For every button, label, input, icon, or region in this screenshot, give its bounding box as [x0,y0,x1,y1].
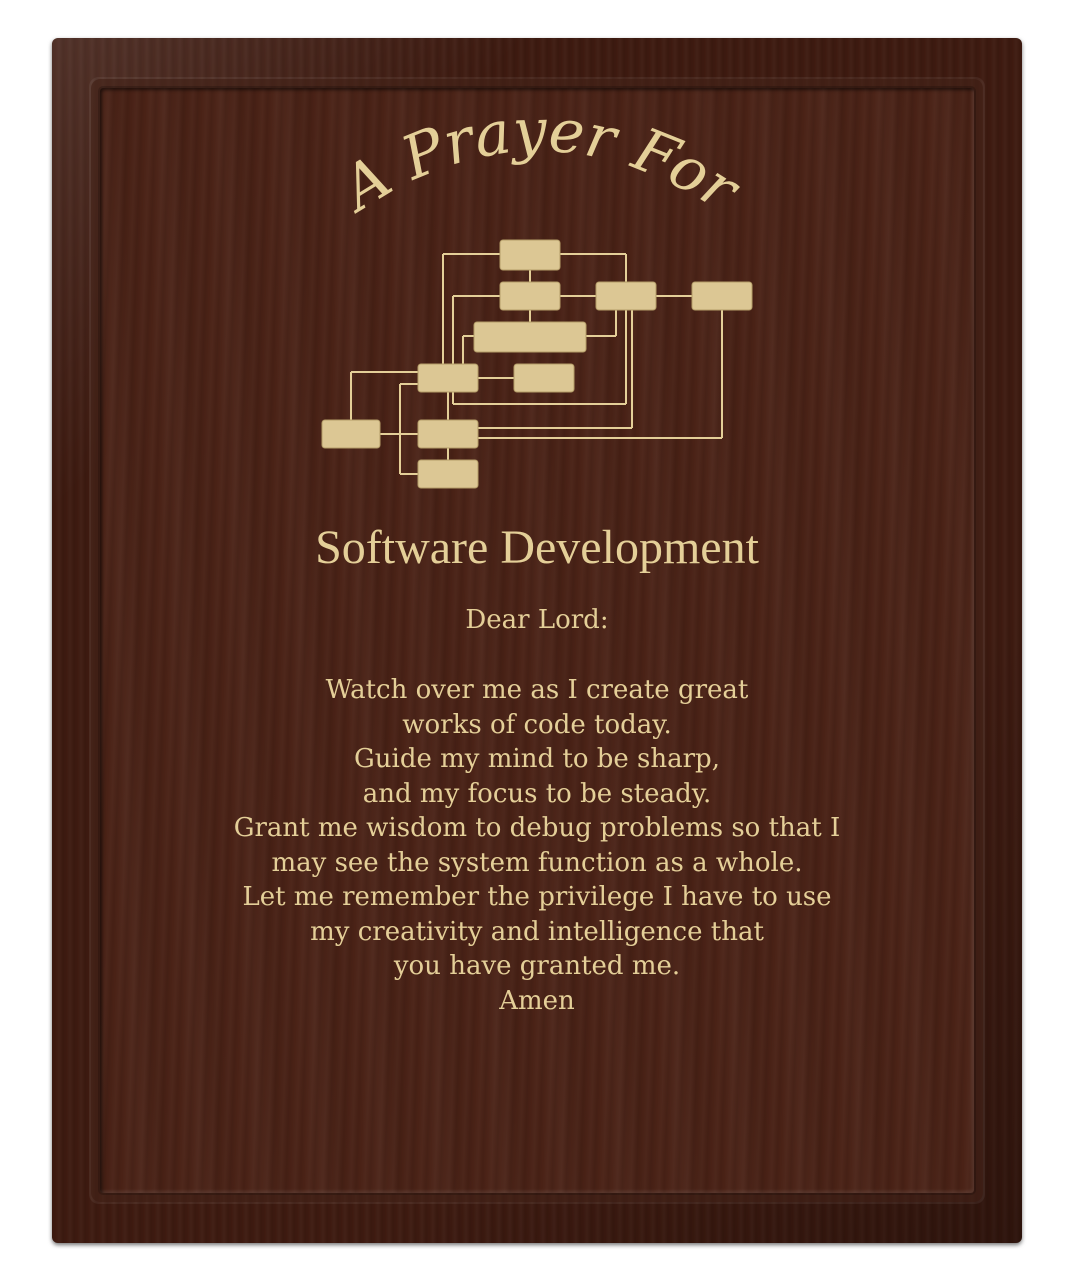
prayer-body: Watch over me as I create great works of… [0,673,1074,1018]
prayer-closing: Amen [499,985,575,1016]
prayer-line: you have granted me. [393,951,681,981]
flowchart-box [595,281,657,311]
prayer-line: Let me remember the privilege I have to … [242,882,832,912]
flowchart-box [473,321,587,353]
flowchart-box [417,363,479,393]
prayer-line: Grant me wisdom to debug problems so tha… [233,813,841,843]
flowchart-boxes [321,239,753,489]
flowchart-box [499,281,561,311]
flowchart-box [499,239,561,271]
plaque-subject: Software Development [315,521,759,574]
flowchart-box [417,459,479,489]
flowchart-box [417,419,479,449]
prayer-line: may see the system function as a whole. [271,847,803,878]
prayer-line: my creativity and intelligence that [310,916,764,947]
flowchart-box [691,281,753,311]
flowchart-box [513,363,575,393]
prayer-salutation: Dear Lord: [465,605,609,635]
prayer-line: works of code today. [402,709,672,740]
prayer-line: Watch over me as I create great [325,675,749,705]
prayer-line: and my focus to be steady. [362,778,712,809]
prayer-line: Guide my mind to be sharp, [354,744,720,774]
flowchart-icon [321,239,753,489]
flowchart-box [321,419,381,449]
